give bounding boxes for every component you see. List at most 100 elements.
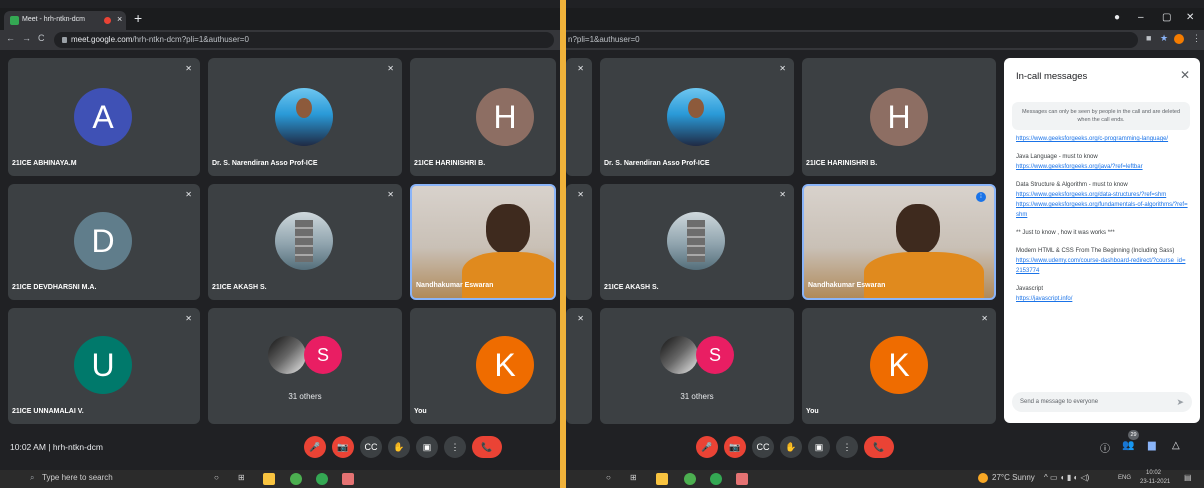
windows-taskbar: ○ ⊞ 27°C Sunny ^ ▭ ◖ ▮ ◐ ◁) ENG 10:02 23… <box>566 470 1204 488</box>
minimize-button[interactable]: – <box>1138 12 1144 23</box>
self-tile[interactable]: K You <box>410 308 556 424</box>
participant-tile[interactable]: ✕ U 21ICE UNNAMALAI V. <box>8 308 200 424</box>
video-person-shirt <box>462 252 554 298</box>
language-indicator[interactable]: ENG <box>1118 475 1131 481</box>
chrome-status-icon: ● <box>1114 12 1121 23</box>
participant-name: Dr. S. Narendiran Asso Prof-ICE <box>212 160 318 167</box>
browser-tab[interactable]: Meet - hrh-ntkn-dcm × <box>4 11 126 30</box>
participant-tile[interactable]: ✕ D 21ICE DEVDHARSNI M.A. <box>8 184 200 300</box>
participant-tile[interactable]: H 21ICE HARINISHRI B. <box>802 58 996 176</box>
stacked-stones-image <box>687 220 705 262</box>
more-options-button[interactable]: ⋮ <box>836 436 858 458</box>
address-bar: n?pli=1&authuser=0 ■ ★ ⋮ <box>566 30 1204 50</box>
app-icon[interactable] <box>342 473 354 485</box>
close-panel-button[interactable]: ✕ <box>1180 68 1190 82</box>
more-options-button[interactable]: ⋮ <box>444 436 466 458</box>
others-tile[interactable]: S 31 others <box>208 308 402 424</box>
bookmark-star-icon[interactable]: ★ <box>1160 33 1168 44</box>
forward-icon[interactable]: → <box>22 33 31 43</box>
chat-link[interactable]: https://javascript.info/ <box>1016 294 1188 304</box>
participant-tile-partial[interactable]: ✕ <box>566 184 592 300</box>
avatar: H <box>870 88 928 146</box>
weather-text[interactable]: 27°C Sunny <box>992 473 1035 482</box>
back-icon[interactable]: ← <box>6 33 15 43</box>
close-window-button[interactable]: ✕ <box>1186 12 1194 23</box>
right-browser-window: ● – ▢ ✕ n?pli=1&authuser=0 ■ ★ ⋮ ✕ ✕ Dr.… <box>566 0 1204 488</box>
camera-toggle-button[interactable]: 📷 <box>332 436 354 458</box>
message-input-placeholder: Send a message to everyone <box>1020 399 1099 405</box>
self-tile[interactable]: ✕ K You <box>802 308 996 424</box>
send-icon[interactable]: ➤ <box>1176 392 1184 412</box>
chat-message-text: Modern HTML & CSS From The Beginning (In… <box>1016 248 1175 254</box>
captions-button[interactable]: CC <box>752 436 774 458</box>
participant-tile[interactable]: ✕ A 21ICE ABHINAYA.M <box>8 58 200 176</box>
app-icon[interactable] <box>736 473 748 485</box>
chrome-icon[interactable] <box>710 473 722 485</box>
people-icon[interactable]: 👥 <box>1122 440 1134 451</box>
chat-link[interactable]: https://www.udemy.com/course-dashboard-r… <box>1016 256 1188 276</box>
chrome-icon[interactable] <box>684 473 696 485</box>
info-icon[interactable]: ⓘ <box>1100 440 1110 455</box>
chat-link[interactable]: https://www.geeksforgeeks.org/data-struc… <box>1016 190 1188 200</box>
profile-avatar-icon[interactable] <box>1174 34 1184 44</box>
participant-tile[interactable]: ✕ 21ICE AKASH S. <box>208 184 402 300</box>
captions-button[interactable]: CC <box>360 436 382 458</box>
clock-date[interactable]: 23-11-2021 <box>1140 479 1170 485</box>
chat-message-text: Java Language - must to know <box>1016 154 1098 160</box>
present-button[interactable]: ▣ <box>808 436 830 458</box>
others-tile[interactable]: S 31 others <box>600 308 794 424</box>
speaking-indicator-icon: ⁞ <box>976 192 986 202</box>
participant-tile[interactable]: ✕ Dr. S. Narendiran Asso Prof-ICE <box>208 58 402 176</box>
message-input[interactable]: Send a message to everyone ➤ <box>1012 392 1192 412</box>
chat-message: Modern HTML & CSS From The Beginning (In… <box>1016 246 1188 276</box>
profile-photo <box>275 88 333 146</box>
chrome-menu-icon[interactable]: ⋮ <box>1192 33 1201 44</box>
present-button[interactable]: ▣ <box>416 436 438 458</box>
url-field[interactable]: meet.google.com/hrh-ntkn-dcm?pli=1&authu… <box>54 32 554 48</box>
participant-tile[interactable]: ✕ Dr. S. Narendiran Asso Prof-ICE <box>600 58 794 176</box>
participant-tile-partial[interactable]: ✕ <box>566 308 592 424</box>
task-view-icon[interactable]: ⊞ <box>238 473 245 482</box>
file-explorer-icon[interactable] <box>656 473 668 485</box>
video-person-head <box>486 204 530 254</box>
clock-time[interactable]: 10:02 <box>1146 470 1161 476</box>
avatar: D <box>74 212 132 270</box>
cortana-icon[interactable]: ○ <box>606 473 611 482</box>
url-field[interactable]: n?pli=1&authuser=0 <box>566 32 1138 48</box>
chat-link[interactable]: https://www.geeksforgeeks.org/fundamenta… <box>1016 200 1188 220</box>
participant-video-tile[interactable]: ⁞ Nandhakumar Eswaran <box>802 184 996 300</box>
mic-off-icon: ✕ <box>185 190 192 199</box>
participant-video-tile[interactable]: Nandhakumar Eswaran <box>410 184 556 300</box>
file-explorer-icon[interactable] <box>263 473 275 485</box>
participant-tile[interactable]: H 21ICE HARINISHRI B. <box>410 58 556 176</box>
chrome-icon[interactable] <box>290 473 302 485</box>
chat-link[interactable]: https://www.geeksforgeeks.org/c-programm… <box>1016 134 1188 144</box>
mic-toggle-button[interactable]: 🎤 <box>696 436 718 458</box>
camera-indicator-icon[interactable]: ■ <box>1146 33 1151 43</box>
chrome-icon[interactable] <box>316 473 328 485</box>
chat-link[interactable]: https://www.geeksforgeeks.org/java/?ref=… <box>1016 162 1188 172</box>
chat-icon[interactable]: ▆ <box>1148 440 1156 451</box>
cortana-icon[interactable]: ○ <box>214 473 219 482</box>
activities-icon[interactable]: △ <box>1172 440 1180 451</box>
reload-icon[interactable]: C <box>38 33 45 43</box>
task-view-icon[interactable]: ⊞ <box>630 473 637 482</box>
participant-name: 21ICE HARINISHRI B. <box>806 160 878 167</box>
system-tray-icons[interactable]: ^ ▭ ◖ ▮ ◐ ◁) <box>1044 473 1089 482</box>
camera-toggle-button[interactable]: 📷 <box>724 436 746 458</box>
participant-name: Nandhakumar Eswaran <box>416 282 494 289</box>
notifications-icon[interactable]: ▤ <box>1184 473 1192 482</box>
tab-strip: ● – ▢ ✕ <box>566 8 1204 30</box>
participant-tile-partial[interactable]: ✕ <box>566 58 592 176</box>
maximize-button[interactable]: ▢ <box>1162 12 1171 23</box>
end-call-button[interactable]: 📞 <box>472 436 502 458</box>
new-tab-button[interactable]: + <box>134 10 142 26</box>
participant-tile[interactable]: ✕ 21ICE AKASH S. <box>600 184 794 300</box>
photo-face <box>688 98 704 118</box>
tab-close-icon[interactable]: × <box>117 14 122 24</box>
raise-hand-button[interactable]: ✋ <box>388 436 410 458</box>
taskbar-search[interactable]: Type here to search <box>42 473 113 482</box>
mic-toggle-button[interactable]: 🎤 <box>304 436 326 458</box>
raise-hand-button[interactable]: ✋ <box>780 436 802 458</box>
end-call-button[interactable]: 📞 <box>864 436 894 458</box>
